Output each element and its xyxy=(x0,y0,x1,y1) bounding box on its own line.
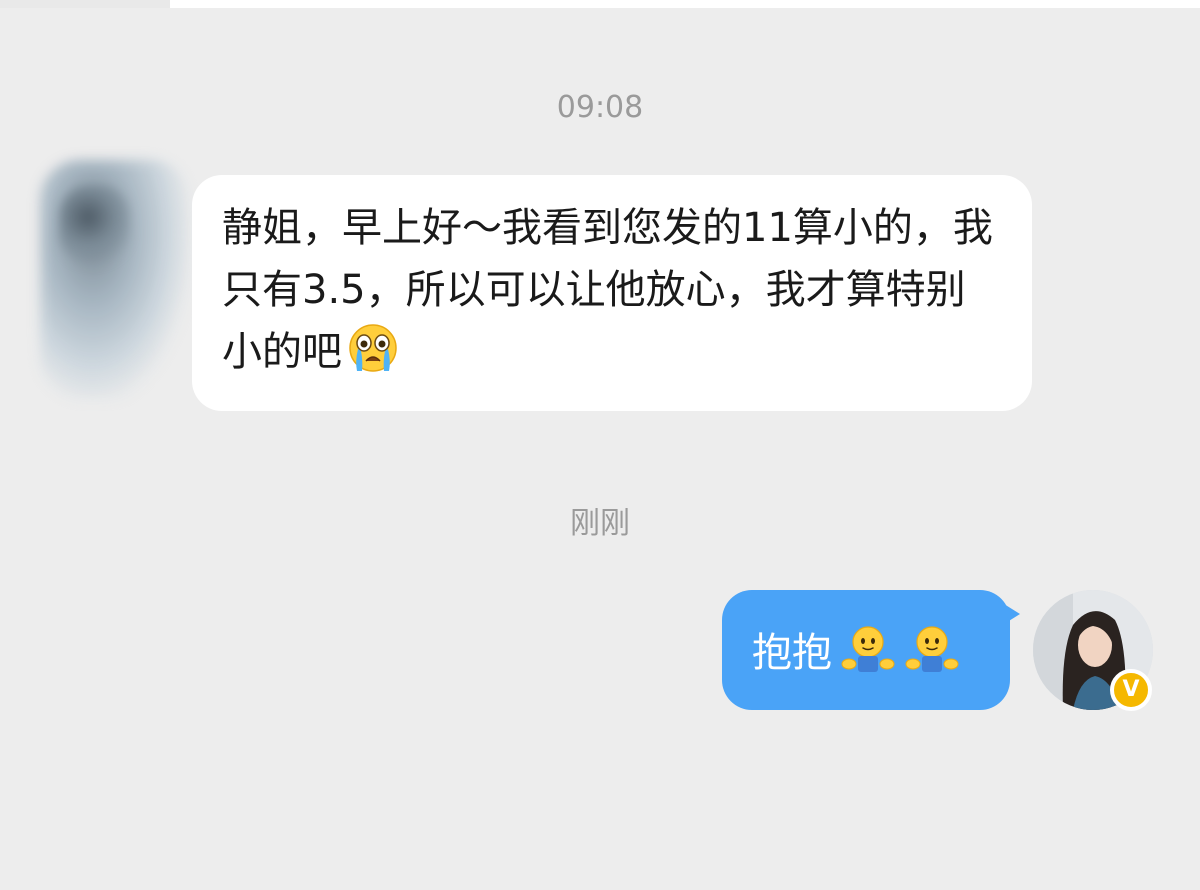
incoming-message-content: 静姐，早上好～我看到您发的11算小的，我只有3.5，所以可以让他放心，我才算特别… xyxy=(222,197,1002,383)
message-timestamp: 刚刚 xyxy=(570,506,630,541)
incoming-message-bubble[interactable]: 静姐，早上好～我看到您发的11算小的，我只有3.5，所以可以让他放心，我才算特别… xyxy=(192,175,1032,411)
outgoing-message-content: 抱抱 xyxy=(752,622,960,678)
hugging-face-icon xyxy=(841,626,895,672)
top-bar xyxy=(0,0,1200,8)
outgoing-message-text: 抱抱 xyxy=(752,630,832,676)
outgoing-bubble-tail xyxy=(1004,604,1020,624)
contact-avatar-blur xyxy=(60,185,130,265)
top-bar-edge xyxy=(0,0,170,8)
outgoing-message-bubble[interactable]: 抱抱 xyxy=(722,590,1010,710)
incoming-message-text: 静姐，早上好～我看到您发的11算小的，我只有3.5，所以可以让他放心，我才算特别… xyxy=(222,205,993,375)
verified-badge: V xyxy=(1110,669,1152,711)
hugging-face-icon xyxy=(905,626,959,672)
message-timestamp: 09:08 xyxy=(556,90,644,125)
loudly-crying-face-icon xyxy=(349,324,397,372)
